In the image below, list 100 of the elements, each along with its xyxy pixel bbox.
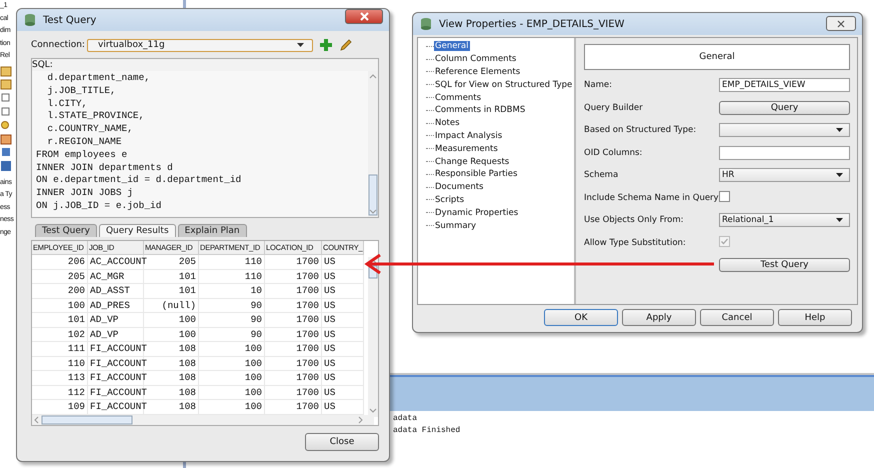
window-title: View Properties - EMP_DETAILS_VIEW <box>439 18 626 30</box>
table-cell: US <box>322 386 364 400</box>
nav-item[interactable]: Notes <box>434 118 461 128</box>
table-cell: 1700 <box>265 342 322 356</box>
tab[interactable]: Explain Plan <box>178 224 247 237</box>
table-cell: 101 <box>144 270 199 284</box>
table-cell: US <box>322 313 364 328</box>
close-button[interactable] <box>826 16 856 31</box>
close-button[interactable] <box>345 9 383 24</box>
table-cell: 90 <box>199 298 265 313</box>
table-cell: US <box>322 270 364 284</box>
table-cell: AD_VP <box>88 328 144 342</box>
table-cell: US <box>322 328 364 342</box>
caret-icon <box>836 218 843 222</box>
tab[interactable]: Test Query <box>35 224 97 237</box>
field-label: OID Columns: <box>584 148 644 158</box>
nav-item[interactable]: Dynamic Properties <box>434 208 520 218</box>
scrollbar[interactable] <box>32 415 374 425</box>
nav-item[interactable]: Comments in RDBMS <box>434 105 526 116</box>
close-button[interactable]: Close <box>305 433 379 451</box>
plus-icon[interactable] <box>319 38 333 52</box>
sql-label: SQL: <box>32 59 54 71</box>
table-cell: (null) <box>144 298 199 313</box>
table-cell: 100 <box>32 298 88 313</box>
field-label: Based on Structured Type: <box>584 125 698 136</box>
checkbox[interactable] <box>719 190 730 202</box>
dialog-button[interactable]: Cancel <box>700 309 774 326</box>
nav-item[interactable]: Scripts <box>434 194 466 205</box>
table-cell: 1700 <box>265 298 322 313</box>
log-line: adata <box>393 413 418 425</box>
field-label: Allow Type Substitution: <box>584 238 687 248</box>
table-cell: 110 <box>199 270 265 284</box>
table-cell: 1700 <box>265 255 322 270</box>
field-label: Include Schema Name in Query <box>584 192 719 203</box>
nav-item[interactable]: Summary <box>434 220 478 231</box>
nav-item[interactable]: Reference Elements <box>434 66 522 77</box>
caret-icon <box>836 128 843 132</box>
dropdown[interactable]: HR <box>719 168 850 182</box>
dialog-button[interactable]: Help <box>778 309 852 326</box>
window-title: Test Query <box>43 14 98 26</box>
query-button[interactable]: Query <box>719 100 850 115</box>
nav-item[interactable]: Change Requests <box>434 156 510 167</box>
text-field[interactable]: EMP_DETAILS_VIEW <box>719 78 850 92</box>
field-label: Query Builder <box>584 102 644 113</box>
table-cell: 112 <box>32 386 88 400</box>
table-cell: 1700 <box>265 328 322 342</box>
nav-item[interactable]: SQL for View on Structured Type <box>434 80 574 90</box>
close-icon <box>360 12 368 21</box>
table-cell: AD_VP <box>88 313 144 328</box>
table-cell: 90 <box>199 313 265 328</box>
field-label: Use Objects Only From: <box>584 215 684 226</box>
field-label: Name: <box>584 80 613 90</box>
dialog-button[interactable]: Apply <box>622 309 696 326</box>
dropdown[interactable]: Relational_1 <box>719 213 850 228</box>
table-cell: 100 <box>199 342 265 356</box>
caret-icon <box>297 43 304 47</box>
table-cell: 101 <box>32 313 88 328</box>
table-cell: 1700 <box>265 284 322 298</box>
table-cell: 1700 <box>265 270 322 284</box>
table-cell: 1700 <box>265 313 322 328</box>
test-query-button[interactable]: Test Query <box>719 258 850 272</box>
nav-item[interactable]: Responsible Parties <box>434 169 518 180</box>
table-cell: 102 <box>32 328 88 342</box>
table-cell: 111 <box>32 342 88 356</box>
scrollbar[interactable] <box>368 71 378 217</box>
nav-item[interactable]: Documents <box>434 182 484 192</box>
pencil-icon[interactable] <box>339 38 353 52</box>
table-cell: AC_MGR <box>88 270 144 284</box>
connection-dropdown[interactable]: virtualbox_11g <box>87 38 313 52</box>
table-cell: 90 <box>199 328 265 342</box>
dialog-button[interactable]: OK <box>544 309 618 326</box>
table-cell: 10 <box>199 284 265 298</box>
nav-item[interactable]: Measurements <box>434 144 499 154</box>
table-cell: 100 <box>144 328 199 342</box>
nav-item[interactable]: General <box>434 41 470 52</box>
table-cell: US <box>322 342 364 356</box>
table-cell: US <box>322 284 364 298</box>
table-cell: US <box>322 356 364 371</box>
panel-header: General <box>584 44 850 70</box>
dropdown[interactable] <box>719 123 850 138</box>
table-cell: 100 <box>199 356 265 371</box>
log-line: adata Finished <box>393 425 460 437</box>
table-cell: 200 <box>32 284 88 298</box>
tab[interactable]: Query Results <box>98 224 176 237</box>
table-cell: 113 <box>32 371 88 386</box>
text-field[interactable] <box>719 146 850 160</box>
nav-item[interactable]: Impact Analysis <box>434 130 504 141</box>
table-cell: AD_PRES <box>88 298 144 313</box>
table-cell: US <box>322 371 364 386</box>
table-cell: 101 <box>144 284 199 298</box>
table-cell: US <box>322 255 364 270</box>
scrollbar[interactable] <box>368 257 378 417</box>
table-cell: US <box>322 298 364 313</box>
table-cell: 205 <box>32 270 88 284</box>
nav-item[interactable]: Comments <box>434 92 482 103</box>
table-cell: 110 <box>32 356 88 371</box>
nav-item[interactable]: Column Comments <box>434 54 518 64</box>
table-cell: 1700 <box>265 356 322 371</box>
field-label: Schema <box>584 170 620 180</box>
table-cell: 100 <box>199 371 265 386</box>
